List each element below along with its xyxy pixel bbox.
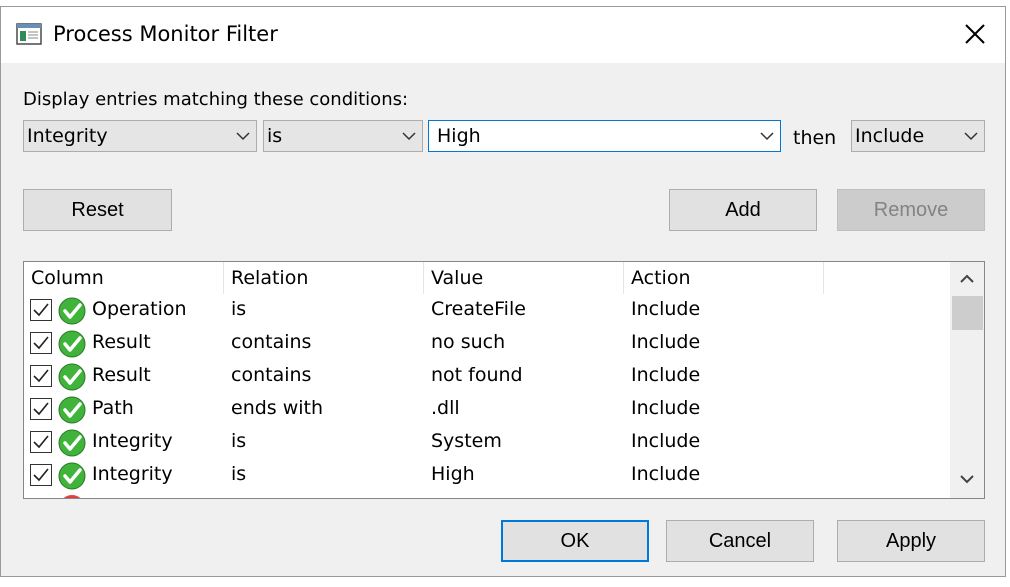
relation-select-value: is [267, 125, 283, 147]
add-button[interactable]: Add [669, 189, 817, 231]
cell-value: no such [431, 331, 506, 353]
row-checkbox[interactable] [30, 365, 52, 387]
table-row-partial[interactable] [24, 493, 950, 498]
cell-action: Include [631, 430, 701, 452]
cell-relation: contains [231, 331, 312, 353]
include-check-icon [58, 396, 86, 424]
value-combo-text: High [437, 125, 481, 147]
header-action[interactable]: Action [624, 262, 824, 294]
ok-button[interactable]: OK [501, 520, 649, 562]
cell-value: CreateFile [431, 298, 526, 320]
include-check-icon [58, 363, 86, 391]
chevron-down-icon [402, 132, 416, 141]
scroll-down-icon[interactable] [958, 472, 976, 486]
row-checkbox[interactable] [30, 398, 52, 420]
relation-select[interactable]: is [263, 120, 423, 152]
cell-relation: is [231, 298, 247, 320]
header-relation[interactable]: Relation [224, 262, 424, 294]
cell-action: Include [631, 364, 701, 386]
chevron-down-icon [236, 132, 250, 141]
cell-action: Include [631, 397, 701, 419]
cell-action: Include [631, 463, 701, 485]
cell-action: Include [631, 298, 701, 320]
table-row[interactable]: Path ends with .dll Include [24, 394, 950, 427]
list-header: Column Relation Value Action [24, 262, 950, 294]
cell-value: High [431, 463, 475, 485]
cell-column: Result [92, 331, 151, 353]
cell-relation: ends with [231, 397, 324, 419]
table-row[interactable]: Result contains no such Include [24, 328, 950, 361]
background-strip-bottom [0, 577, 1010, 587]
include-check-icon [58, 429, 86, 457]
table-row[interactable]: Integrity is System Include [24, 427, 950, 460]
conditions-prompt: Display entries matching these condition… [23, 89, 409, 110]
cell-action: Include [631, 331, 701, 353]
chevron-down-icon [760, 132, 774, 141]
table-row[interactable]: Operation is CreateFile Include [24, 295, 950, 328]
chevron-down-icon [964, 132, 978, 141]
scroll-up-icon[interactable] [958, 272, 976, 286]
cell-column: Path [92, 397, 134, 419]
column-select-value: Integrity [27, 125, 108, 147]
cell-column: Integrity [92, 430, 173, 452]
app-window-icon [16, 23, 42, 45]
then-label: then [793, 127, 837, 149]
value-combo[interactable]: High [428, 120, 781, 152]
list-scrollbar[interactable] [950, 262, 984, 498]
scroll-thumb[interactable] [952, 296, 983, 330]
column-select[interactable]: Integrity [23, 120, 257, 152]
row-checkbox[interactable] [30, 464, 52, 486]
table-row[interactable]: Integrity is High Include [24, 460, 950, 493]
cancel-button[interactable]: Cancel [666, 520, 814, 562]
cell-relation: contains [231, 364, 312, 386]
cell-relation: is [231, 430, 247, 452]
header-column[interactable]: Column [24, 262, 224, 294]
action-select-value: Include [855, 125, 925, 147]
exclude-icon [63, 495, 81, 498]
dialog-title: Process Monitor Filter [53, 22, 278, 46]
cell-column: Operation [92, 298, 187, 320]
row-checkbox[interactable] [30, 431, 52, 453]
reset-button[interactable]: Reset [23, 189, 172, 231]
cell-relation: is [231, 463, 247, 485]
include-check-icon [58, 462, 86, 490]
row-checkbox[interactable] [30, 332, 52, 354]
cell-value: System [431, 430, 502, 452]
action-select[interactable]: Include [851, 120, 985, 152]
cell-column: Integrity [92, 463, 173, 485]
cell-value: not found [431, 364, 523, 386]
title-bar: Process Monitor Filter [1, 7, 1005, 63]
include-check-icon [58, 330, 86, 358]
header-value[interactable]: Value [424, 262, 624, 294]
remove-button[interactable]: Remove [837, 189, 985, 231]
filter-dialog: Process Monitor Filter Display entries m… [0, 6, 1006, 577]
table-row[interactable]: Result contains not found Include [24, 361, 950, 394]
close-icon[interactable] [955, 17, 995, 53]
include-check-icon [58, 297, 86, 325]
cell-value: .dll [431, 397, 460, 419]
row-checkbox[interactable] [30, 299, 52, 321]
cell-column: Result [92, 364, 151, 386]
filter-list[interactable]: Column Relation Value Action Operation is… [23, 261, 985, 499]
apply-button[interactable]: Apply [837, 520, 985, 562]
